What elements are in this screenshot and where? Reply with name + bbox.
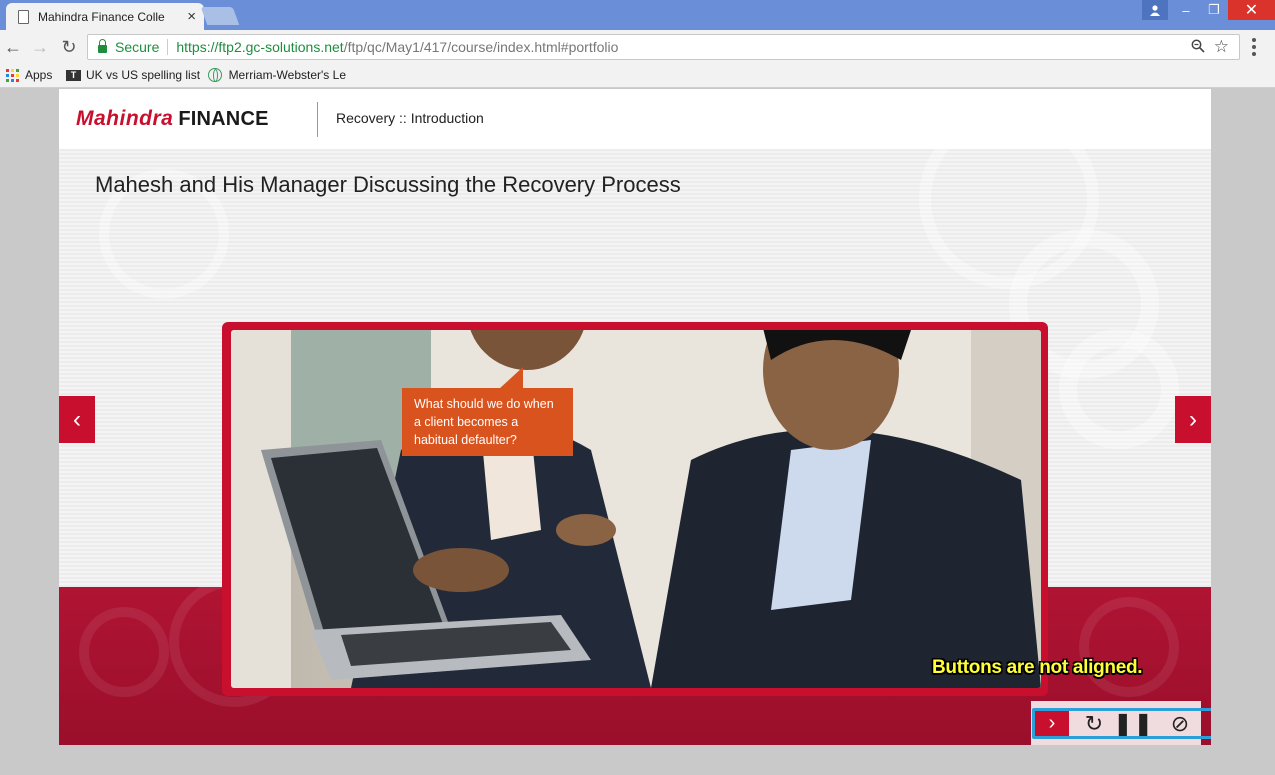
back-button[interactable]: ← xyxy=(2,36,24,58)
speech-bubble: What should we do when a client becomes … xyxy=(402,388,573,456)
secure-label: Secure xyxy=(115,39,160,55)
bookmark-label: Merriam-Webster's Le xyxy=(228,68,346,82)
lock-icon xyxy=(98,39,107,53)
user-profile-icon[interactable] xyxy=(1142,0,1168,20)
browser-tab[interactable]: Mahindra Finance Colle × xyxy=(6,3,204,30)
mahindra-finance-logo: Mahindra FINANCE xyxy=(76,107,269,131)
reload-button[interactable]: ↻ xyxy=(58,36,80,58)
tab-close-icon[interactable]: × xyxy=(187,8,196,25)
review-annotation: Buttons are not aligned. xyxy=(932,657,1143,678)
globe-icon xyxy=(208,68,222,82)
breadcrumb: Recovery :: Introduction xyxy=(336,110,484,126)
bookmark-uk-us-spelling[interactable]: T UK vs US spelling list xyxy=(66,68,200,82)
scene-photo xyxy=(231,330,1041,688)
document-icon xyxy=(18,9,29,24)
zoom-icon[interactable] xyxy=(1191,39,1205,57)
bookmark-merriam-webster[interactable]: Merriam-Webster's Le xyxy=(208,68,346,82)
tab-title: Mahindra Finance Colle xyxy=(38,9,165,24)
browser-toolbar: ← → ↻ Secure https://ftp2.gc-solutions.n… xyxy=(0,30,1275,64)
address-bar[interactable]: Secure https://ftp2.gc-solutions.net /ft… xyxy=(87,34,1240,60)
review-highlight-box xyxy=(1032,708,1211,739)
speech-bubble-tail xyxy=(499,367,523,389)
next-slide-button[interactable]: › xyxy=(1175,396,1211,443)
bookmark-star-icon[interactable]: ☆ xyxy=(1214,37,1229,57)
bookmarks-bar: Apps T UK vs US spelling list Merriam-We… xyxy=(0,64,1275,88)
maximize-button[interactable]: ❐ xyxy=(1200,0,1228,20)
url-host: https://ftp2.gc-solutions.net xyxy=(176,39,344,55)
minimize-button[interactable]: – xyxy=(1172,0,1200,20)
previous-slide-button[interactable]: ‹ xyxy=(59,396,95,443)
bookmark-apps[interactable]: Apps xyxy=(6,68,52,82)
url-divider xyxy=(167,39,169,55)
course-player: Mahindra FINANCE Recovery :: Introductio… xyxy=(59,89,1211,745)
site-icon: T xyxy=(66,69,81,81)
header-divider xyxy=(317,102,318,137)
close-window-button[interactable]: ✕ xyxy=(1228,0,1275,20)
bookmark-label: UK vs US spelling list xyxy=(86,68,201,82)
browser-titlebar: Mahindra Finance Colle × – ❐ ✕ xyxy=(0,0,1275,30)
logo-finance: FINANCE xyxy=(178,108,269,130)
logo-brand: Mahindra xyxy=(76,107,174,130)
apps-grid-icon xyxy=(6,68,19,82)
url-path: /ftp/qc/May1/417/course/index.html#portf… xyxy=(343,39,619,55)
browser-menu-icon[interactable] xyxy=(1252,38,1256,56)
bookmark-label: Apps xyxy=(25,68,53,82)
new-tab-button[interactable] xyxy=(200,7,240,25)
forward-button[interactable]: → xyxy=(29,36,51,58)
slide-title: Mahesh and His Manager Discussing the Re… xyxy=(95,172,681,197)
